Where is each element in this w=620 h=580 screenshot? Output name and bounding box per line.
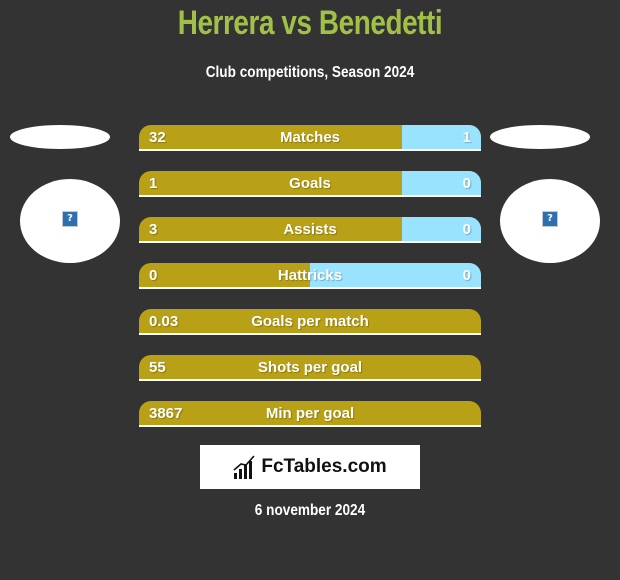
stat-row: Assists 3 0 (139, 217, 481, 243)
left-value: 0.03 (149, 313, 179, 330)
image-placeholder-icon: ? (542, 211, 558, 227)
bar-chart-icon (233, 455, 255, 479)
stat-row: Hattricks 0 0 (139, 263, 481, 289)
stat-label: Shots per goal (257, 359, 363, 376)
image-placeholder-icon: ? (62, 211, 78, 227)
left-value: 3 (149, 221, 158, 238)
stat-row: Shots per goal 55 (139, 355, 481, 381)
stat-label: Goals per match (251, 313, 369, 330)
page-subtitle: Club competitions, Season 2024 (205, 64, 415, 81)
right-player-photo: ? (500, 179, 600, 263)
stat-label: Assists (283, 221, 337, 238)
stat-label: Matches (279, 129, 341, 146)
stat-label: Goals (289, 175, 331, 192)
right-player-name-badge (490, 125, 590, 149)
right-value: 0 (462, 221, 471, 238)
report-date: 6 november 2024 (254, 502, 366, 519)
right-value: 0 (462, 267, 471, 284)
stat-row: Matches 32 1 (139, 125, 481, 151)
left-player-photo: ? (20, 179, 120, 263)
stat-row: Goals 1 0 (139, 171, 481, 197)
left-player-name-badge (10, 125, 110, 149)
left-value: 32 (149, 129, 166, 146)
right-value: 1 (462, 129, 471, 146)
left-value: 0 (149, 267, 158, 284)
logo-text: FcTables.com (261, 456, 387, 477)
stat-row: Min per goal 3867 (139, 401, 481, 427)
left-value: 1 (149, 175, 158, 192)
stat-row: Goals per match 0.03 (139, 309, 481, 335)
stat-label: Hattricks (277, 267, 343, 284)
fctables-logo[interactable]: FcTables.com (200, 445, 420, 489)
left-value: 3867 (149, 405, 183, 422)
page-title: Herrera vs Benedetti (177, 4, 443, 42)
right-value: 0 (462, 175, 471, 192)
stat-label: Min per goal (265, 405, 355, 422)
left-value: 55 (149, 359, 166, 376)
